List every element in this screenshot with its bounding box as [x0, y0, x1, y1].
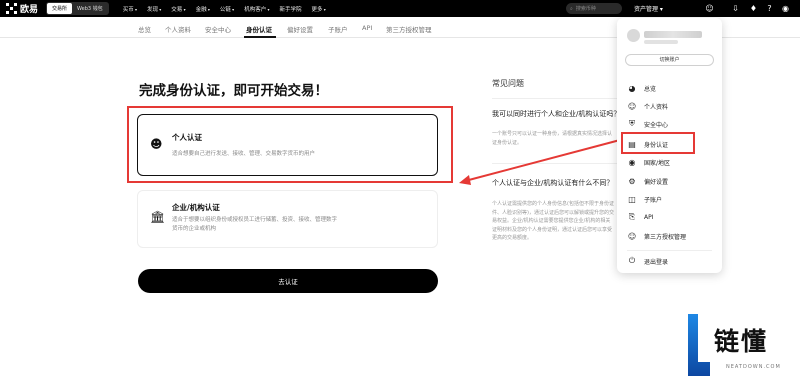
shield-icon: ⛨: [629, 119, 635, 128]
nav-trade[interactable]: 交易: [171, 5, 185, 13]
institution-verification-card[interactable]: 🏛 企业/机构认证 适合于想要以组织身份或授权员工进行储蓄、投资、接收、管理数字…: [137, 190, 438, 248]
nav-buy-crypto[interactable]: 买币: [123, 5, 137, 13]
menu-item-profile[interactable]: ☺ 个人资料: [627, 100, 668, 112]
menu-item-label: 第三方授权管理: [644, 233, 687, 241]
blurred-account-id: [644, 40, 678, 44]
logout-label: 退出登录: [644, 258, 669, 266]
menu-item-sub-account[interactable]: ◫ 子账户: [627, 193, 662, 205]
faq-question-1[interactable]: 我可以同时进行个人和企业/机构认证吗？: [492, 109, 620, 119]
sub-account-icon: ◫: [628, 194, 636, 204]
top-nav-menu: 买币 发现 交易 金融 公链 机构客户 新手学院 更多: [123, 5, 326, 13]
search-icon: ⌕: [570, 5, 573, 12]
tab-preferences[interactable]: 偏好设置: [287, 24, 313, 34]
download-icon[interactable]: ⇩: [730, 3, 741, 14]
institution-card-description: 适合于想要以组织身份或授权员工进行储蓄、投资、接收、管理数字货币的企业或机构: [172, 217, 338, 232]
okx-logo[interactable]: 欧易: [6, 2, 38, 15]
web3-wallet-tab[interactable]: Web3 钱包: [72, 3, 108, 14]
nav-more[interactable]: 更多: [312, 5, 326, 13]
search-input[interactable]: ⌕ 搜索币种: [566, 3, 622, 14]
menu-item-country-region[interactable]: ◉ 国家/地区: [627, 156, 671, 168]
menu-item-label: 安全中心: [644, 121, 669, 129]
nav-discover[interactable]: 发现: [147, 5, 161, 13]
mode-switch: 交易所 Web3 钱包: [46, 2, 109, 15]
help-icon[interactable]: ?: [764, 3, 775, 14]
menu-item-label: 个人资料: [644, 103, 669, 111]
nav-finance[interactable]: 金融: [196, 5, 210, 13]
search-placeholder: 搜索币种: [575, 6, 596, 12]
menu-item-security[interactable]: ⛨ 安全中心: [627, 118, 668, 130]
faq-divider: [492, 98, 617, 99]
tab-identity-verification[interactable]: 身份认证: [246, 24, 272, 34]
bank-building-icon: 🏛: [150, 210, 166, 224]
tab-sub-accounts[interactable]: 子账户: [328, 24, 348, 34]
notification-bell-icon[interactable]: ♦: [748, 3, 759, 14]
asset-management-menu[interactable]: 资产管理 ▾: [634, 4, 663, 13]
menu-item-overview[interactable]: ◕ 总览: [627, 82, 657, 94]
highlight-box-identity-menu: [621, 132, 695, 154]
tab-profile[interactable]: 个人资料: [165, 24, 191, 34]
personal-card-title: 个人认证: [172, 133, 202, 142]
user-icon: ☺: [627, 101, 637, 111]
globe-icon: ◉: [628, 157, 636, 167]
menu-divider: [627, 250, 712, 251]
menu-item-label: 国家/地区: [644, 159, 671, 167]
tab-third-party-authorization[interactable]: 第三方授权管理: [386, 24, 432, 34]
user-account-icon[interactable]: ☺: [704, 3, 715, 14]
go-verify-button[interactable]: 去认证: [138, 269, 438, 293]
watermark-text: 链懂: [714, 327, 769, 356]
tab-overview[interactable]: 总览: [138, 24, 151, 34]
active-tab-underline: [244, 36, 276, 38]
red-arrow-annotation: [459, 139, 621, 185]
personal-verification-card[interactable]: ☻ 个人认证 适合想要自己进行发送、接收、管理、交易数字货币的用户: [137, 114, 438, 176]
faq-title: 常见问题: [492, 79, 524, 88]
tab-api[interactable]: API: [362, 24, 372, 32]
power-icon: ⏻: [628, 256, 636, 265]
menu-item-preferences[interactable]: ⚙ 偏好设置: [627, 175, 668, 187]
blurred-account-name: [644, 31, 702, 38]
menu-item-label: 子账户: [644, 196, 663, 204]
faq-answer-2: 个人认证需提供您的个人身份信息(包括但不限于身份证件、人脸识别等)，通过认证后您…: [492, 201, 614, 241]
gauge-icon: ◕: [628, 83, 636, 93]
tab-security[interactable]: 安全中心: [205, 24, 231, 34]
nav-chain[interactable]: 公链: [220, 5, 234, 13]
switch-account-button[interactable]: 切换账户: [625, 54, 714, 66]
gear-icon: ⚙: [628, 176, 636, 186]
logo-text: 欧易: [20, 5, 39, 15]
personal-card-description: 适合想要自己进行发送、接收、管理、交易数字货币的用户: [172, 151, 316, 157]
exchange-mode-tab[interactable]: 交易所: [47, 3, 73, 14]
institution-card-title: 企业/机构认证: [172, 203, 220, 212]
language-globe-icon[interactable]: ◉: [780, 3, 791, 14]
asset-management-label: 资产管理: [634, 6, 659, 13]
menu-item-logout[interactable]: ⏻ 退出登录: [627, 255, 668, 267]
api-icon: ⎘: [628, 212, 636, 221]
menu-item-label: 总览: [644, 85, 657, 93]
menu-item-api[interactable]: ⎘ API: [627, 211, 654, 223]
logo-mark-icon: [6, 3, 17, 14]
nav-institutional[interactable]: 机构客户: [244, 5, 269, 13]
site-watermark: 链懂 NEATDOWN.COM: [686, 312, 798, 382]
avatar[interactable]: [627, 29, 640, 42]
third-party-icon: ☺: [627, 231, 637, 241]
menu-item-label: API: [644, 213, 654, 221]
nav-academy[interactable]: 新手学院: [279, 5, 301, 13]
watermark-l-logo-icon: [688, 314, 710, 376]
menu-item-third-party[interactable]: ☺ 第三方授权管理: [627, 230, 686, 242]
watermark-subtext: NEATDOWN.COM: [726, 364, 781, 370]
person-icon: ☻: [150, 137, 163, 151]
menu-item-label: 偏好设置: [644, 178, 669, 186]
page-title: 完成身份认证，即可开始交易！: [139, 83, 328, 99]
top-navigation-bar: 欧易 交易所 Web3 钱包 买币 发现 交易 金融 公链 机构客户 新手学院 …: [0, 0, 800, 17]
